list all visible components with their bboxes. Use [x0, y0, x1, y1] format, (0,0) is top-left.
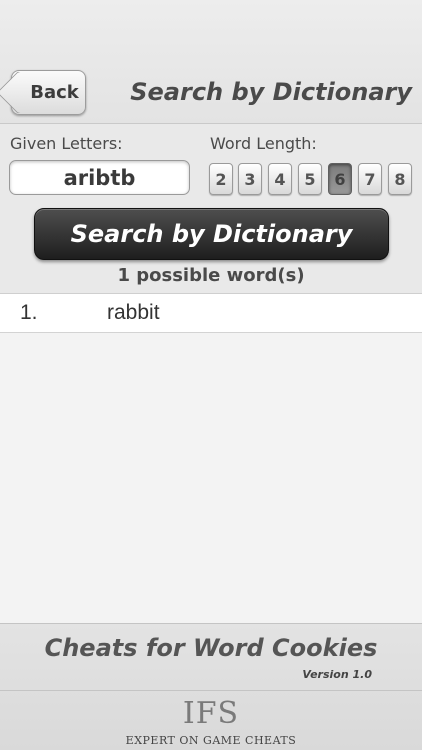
given-letters-label: Given Letters: — [10, 134, 123, 153]
word-length-label: Word Length: — [210, 134, 317, 153]
version-label: Version 1.0 — [302, 668, 372, 681]
search-by-dictionary-button[interactable]: Search by Dictionary — [34, 208, 389, 260]
length-button-8[interactable]: 8 — [388, 163, 412, 195]
length-button-6[interactable]: 6 — [328, 163, 352, 195]
length-button-3[interactable]: 3 — [238, 163, 262, 195]
result-count: 1 possible word(s) — [117, 265, 305, 286]
footer: Cheats for Word Cookies Version 1.0 IFS … — [0, 623, 422, 750]
length-button-4[interactable]: 4 — [268, 163, 292, 195]
length-button-2[interactable]: 2 — [209, 163, 233, 195]
results-list[interactable]: 1. rabbit — [0, 293, 422, 623]
back-button-label: Back — [30, 82, 79, 103]
logo-tagline: EXPERT ON GAME CHEATS — [125, 734, 297, 747]
list-item[interactable]: 1. rabbit — [0, 294, 422, 333]
back-button[interactable]: Back — [0, 70, 86, 115]
item-word: rabbit — [107, 301, 160, 324]
length-button-5[interactable]: 5 — [298, 163, 322, 195]
footer-title: Cheats for Word Cookies — [44, 634, 378, 662]
item-index: 1. — [20, 301, 38, 324]
ifs-logo: IFS — [182, 696, 240, 731]
footer-divider — [0, 690, 422, 691]
given-letters-input[interactable] — [9, 160, 190, 195]
header-bar: Back Search by Dictionary — [0, 0, 422, 124]
page-title: Search by Dictionary — [130, 78, 412, 106]
length-button-7[interactable]: 7 — [358, 163, 382, 195]
